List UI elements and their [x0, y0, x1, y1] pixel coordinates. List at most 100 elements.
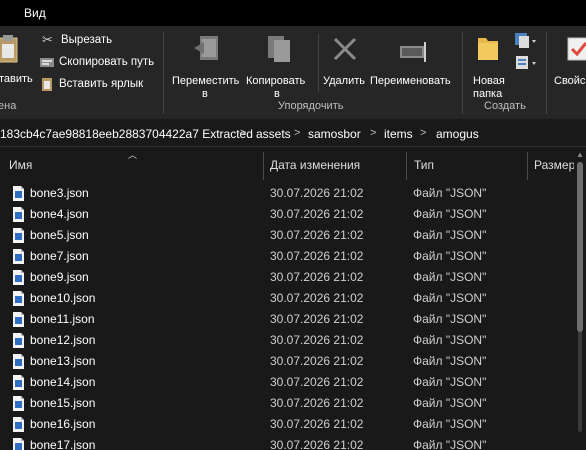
file-type: Файл "JSON"	[413, 438, 487, 450]
file-name: bone7.json	[30, 249, 89, 263]
clipboard-icon	[0, 35, 18, 63]
file-row[interactable]: bone5.json 30.07.2026 21:02 Файл "JSON"	[0, 225, 574, 246]
breadcrumb-chevron-icon: >	[294, 127, 301, 139]
easy-access-button[interactable]	[514, 54, 538, 74]
file-row[interactable]: bone13.json 30.07.2026 21:02 Файл "JSON"	[0, 351, 574, 372]
json-file-icon	[13, 270, 24, 285]
file-name: bone9.json	[30, 270, 89, 284]
rename-button[interactable]: Переименовать	[368, 32, 460, 96]
paste-label: тавить	[0, 73, 33, 85]
properties-button[interactable]: Свойс	[552, 32, 586, 96]
scissors-icon: ✂	[42, 31, 53, 47]
file-row[interactable]: bone9.json 30.07.2026 21:02 Файл "JSON"	[0, 267, 574, 288]
delete-label: Удалить	[323, 75, 365, 87]
breadcrumb-chevron-icon: >	[240, 127, 247, 139]
file-date: 30.07.2026 21:02	[270, 270, 364, 284]
json-file-icon	[13, 396, 24, 411]
file-name: bone12.json	[30, 333, 96, 347]
file-name: bone15.json	[30, 396, 96, 410]
cut-button[interactable]: ✂ Вырезать	[42, 31, 112, 49]
json-file-icon	[13, 333, 24, 348]
ribbon-separator	[318, 34, 319, 92]
move-to-label: Переместить	[172, 75, 240, 87]
properties-icon	[567, 37, 586, 61]
breadcrumb-segment[interactable]: items	[384, 127, 413, 141]
breadcrumb-segment[interactable]: assets	[256, 127, 291, 141]
file-type: Файл "JSON"	[413, 354, 487, 368]
file-date: 30.07.2026 21:02	[270, 312, 364, 326]
move-to-button[interactable]: Переместить в	[168, 32, 244, 100]
breadcrumb-segment[interactable]: samosbor	[308, 127, 361, 141]
new-item-button[interactable]	[514, 32, 538, 52]
file-date: 30.07.2026 21:02	[270, 228, 364, 242]
file-name: bone13.json	[30, 354, 96, 368]
scrollbar-thumb[interactable]	[577, 162, 583, 332]
paste-shortcut-button[interactable]: Вставить ярлык	[40, 75, 143, 93]
json-file-icon	[13, 249, 24, 264]
ribbon: тавить ✂ Вырезать Скопировать путь Встави…	[0, 26, 586, 120]
json-file-icon	[13, 207, 24, 222]
file-date: 30.07.2026 21:02	[270, 207, 364, 221]
json-file-icon	[13, 312, 24, 327]
file-date: 30.07.2026 21:02	[270, 333, 364, 347]
column-header-type[interactable]: Тип	[414, 158, 434, 172]
column-divider[interactable]	[527, 152, 528, 180]
file-row[interactable]: bone3.json 30.07.2026 21:02 Файл "JSON"	[0, 183, 574, 204]
file-row[interactable]: bone7.json 30.07.2026 21:02 Файл "JSON"	[0, 246, 574, 267]
file-name: bone11.json	[30, 312, 95, 326]
file-row[interactable]: bone4.json 30.07.2026 21:02 Файл "JSON"	[0, 204, 574, 225]
file-type: Файл "JSON"	[413, 228, 487, 242]
copy-path-label: Скопировать путь	[59, 56, 155, 68]
breadcrumb-chevron-icon: >	[420, 127, 427, 139]
paste-shortcut-label: Вставить ярлык	[59, 78, 144, 90]
copy-to-icon	[268, 36, 290, 62]
file-type: Файл "JSON"	[413, 417, 487, 431]
file-type: Файл "JSON"	[413, 375, 487, 389]
file-name: bone4.json	[30, 207, 89, 221]
breadcrumb-chevron-icon: >	[370, 127, 377, 139]
file-row[interactable]: bone17.json 30.07.2026 21:02 Файл "JSON"	[0, 435, 574, 450]
new-folder-button[interactable]: Новая папка	[466, 32, 512, 100]
scroll-up-icon[interactable]: ▲	[576, 150, 584, 159]
json-file-icon	[13, 354, 24, 369]
file-type: Файл "JSON"	[413, 396, 487, 410]
vertical-scrollbar[interactable]: ▲	[574, 148, 586, 450]
file-name: bone3.json	[30, 186, 89, 200]
file-date: 30.07.2026 21:02	[270, 438, 364, 450]
copy-to-label: Копировать	[246, 75, 306, 87]
file-date: 30.07.2026 21:02	[270, 354, 364, 368]
file-row[interactable]: bone16.json 30.07.2026 21:02 Файл "JSON"	[0, 414, 574, 435]
column-header-date[interactable]: Дата изменения	[270, 158, 360, 172]
json-file-icon	[13, 375, 24, 390]
column-divider[interactable]	[406, 152, 407, 180]
ribbon-separator	[462, 32, 463, 114]
address-bar[interactable]: 183cb4c7ae98818eeb2883704422a7 Extracted…	[0, 121, 586, 147]
column-divider[interactable]	[263, 152, 264, 180]
folder-icon	[478, 38, 498, 60]
file-row[interactable]: bone14.json 30.07.2026 21:02 Файл "JSON"	[0, 372, 574, 393]
file-row[interactable]: bone12.json 30.07.2026 21:02 Файл "JSON"	[0, 330, 574, 351]
cut-label: Вырезать	[61, 34, 113, 46]
copy-to-button[interactable]: Копировать в	[244, 32, 316, 100]
column-header-name[interactable]: Имя	[9, 158, 32, 172]
file-name: bone10.json	[30, 291, 96, 305]
breadcrumb-segment[interactable]: 183cb4c7ae98818eeb2883704422a7 Extracted	[0, 127, 253, 141]
file-date: 30.07.2026 21:02	[270, 417, 364, 431]
paste-shortcut-icon	[40, 77, 54, 91]
file-row[interactable]: bone11.json 30.07.2026 21:02 Файл "JSON"	[0, 309, 574, 330]
file-date: 30.07.2026 21:02	[270, 375, 364, 389]
delete-button[interactable]: Удалить	[320, 32, 368, 96]
breadcrumb-segment[interactable]: amogus	[436, 127, 479, 141]
file-name: bone5.json	[30, 228, 89, 242]
file-type: Файл "JSON"	[413, 186, 487, 200]
column-header-size[interactable]: Размер	[534, 158, 575, 172]
copy-path-button[interactable]: Скопировать путь	[40, 53, 154, 71]
sort-ascending-icon: ︿	[128, 150, 138, 160]
new-folder-label: Новая	[473, 75, 505, 87]
tab-view[interactable]: Вид	[24, 6, 46, 20]
file-row[interactable]: bone15.json 30.07.2026 21:02 Файл "JSON"	[0, 393, 574, 414]
paste-button[interactable]: тавить	[0, 32, 36, 92]
file-name: bone16.json	[30, 417, 96, 431]
file-row[interactable]: bone10.json 30.07.2026 21:02 Файл "JSON"	[0, 288, 574, 309]
json-file-icon	[13, 186, 24, 201]
